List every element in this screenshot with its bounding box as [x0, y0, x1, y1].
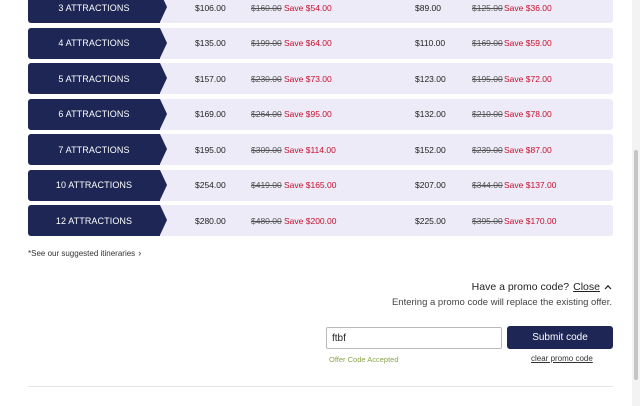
attraction-count-label: 6 ATTRACTIONS — [28, 98, 167, 130]
attraction-count-label: 5 ATTRACTIONS — [28, 63, 167, 94]
adult-price: $135.00 — [195, 38, 226, 48]
child-original-price: $395.00 — [472, 215, 503, 226]
pricing-row: 3 ATTRACTIONS $106.00 $160.00 Save $54.0… — [28, 0, 613, 23]
pricing-row: 5 ATTRACTIONS $157.00 $230.00 Save $73.0… — [28, 63, 613, 94]
promo-note: Entering a promo code will replace the e… — [391, 297, 612, 308]
child-price: $132.00 — [415, 109, 446, 119]
child-price: $110.00 — [415, 38, 446, 48]
chevron-right-icon: › — [138, 248, 142, 258]
adult-original-price: $160.00 — [251, 2, 282, 13]
adult-savings: Save $73.00 — [284, 73, 332, 84]
child-original-price: $239.00 — [472, 144, 503, 155]
promo-header: Have a promo code? Close — [472, 281, 612, 293]
child-savings: Save $72.00 — [504, 73, 552, 84]
adult-price: $254.00 — [195, 180, 226, 190]
child-savings: Save $170.00 — [504, 215, 557, 226]
pricing-row: 7 ATTRACTIONS $195.00 $309.00 Save $114.… — [28, 134, 613, 165]
adult-original-price: $419.00 — [251, 180, 282, 190]
adult-price: $106.00 — [195, 2, 226, 13]
chevron-up-icon[interactable] — [604, 284, 612, 290]
attraction-count-label: 10 ATTRACTIONS — [28, 169, 167, 201]
adult-price: $195.00 — [195, 144, 226, 155]
adult-price: $280.00 — [195, 215, 226, 226]
adult-original-price: $480.00 — [251, 215, 282, 226]
section-divider — [28, 386, 613, 387]
pricing-row: 12 ATTRACTIONS $280.00 $480.00 Save $200… — [28, 205, 613, 236]
child-savings: Save $59.00 — [504, 38, 552, 48]
attraction-count-label: 7 ATTRACTIONS — [28, 134, 167, 165]
adult-original-price: $230.00 — [251, 73, 282, 84]
child-original-price: $195.00 — [472, 73, 503, 84]
attraction-count-label: 4 ATTRACTIONS — [28, 27, 167, 59]
child-original-price: $344.00 — [472, 180, 503, 190]
child-price: $123.00 — [415, 73, 446, 84]
scrollbar-thumb[interactable] — [634, 150, 638, 380]
clear-promo-code-link[interactable]: clear promo code — [531, 354, 593, 363]
adult-original-price: $199.00 — [251, 38, 282, 48]
adult-savings: Save $95.00 — [284, 109, 332, 119]
child-price: $225.00 — [415, 215, 446, 226]
child-savings: Save $87.00 — [504, 144, 552, 155]
suggested-itineraries-label: *See our suggested itineraries — [28, 248, 136, 258]
adult-savings: Save $64.00 — [284, 38, 332, 48]
pricing-table: 3 ATTRACTIONS $106.00 $160.00 Save $54.0… — [28, 0, 613, 241]
promo-status-message: Offer Code Accepted — [329, 355, 399, 364]
suggested-itineraries-link[interactable]: *See our suggested itineraries › — [28, 248, 141, 258]
adult-original-price: $309.00 — [251, 144, 282, 155]
adult-savings: Save $165.00 — [284, 180, 337, 190]
adult-savings: Save $54.00 — [284, 2, 332, 13]
attraction-count-label: 3 ATTRACTIONS — [28, 0, 167, 23]
adult-savings: Save $114.00 — [284, 144, 336, 155]
child-savings: Save $137.00 — [504, 180, 557, 190]
promo-close-link[interactable]: Close — [573, 281, 600, 293]
child-price: $89.00 — [415, 2, 441, 13]
adult-price: $169.00 — [195, 109, 226, 119]
child-original-price: $169.00 — [472, 38, 503, 48]
promo-question: Have a promo code? — [471, 281, 570, 293]
adult-savings: Save $200.00 — [284, 215, 337, 226]
pricing-row: 10 ATTRACTIONS $254.00 $419.00 Save $165… — [28, 169, 613, 201]
page-scrollbar[interactable] — [632, 0, 640, 406]
child-original-price: $125.00 — [472, 2, 503, 13]
adult-price: $157.00 — [195, 73, 226, 84]
child-savings: Save $36.00 — [504, 2, 552, 13]
attraction-count-label: 12 ATTRACTIONS — [28, 205, 167, 236]
pricing-row: 4 ATTRACTIONS $135.00 $199.00 Save $64.0… — [28, 27, 613, 59]
child-savings: Save $78.00 — [504, 109, 552, 119]
submit-code-button[interactable]: Submit code — [507, 326, 613, 349]
child-price: $207.00 — [415, 180, 446, 190]
adult-original-price: $264.00 — [251, 109, 282, 119]
child-price: $152.00 — [415, 144, 446, 155]
promo-code-input[interactable] — [326, 327, 502, 349]
pricing-row: 6 ATTRACTIONS $169.00 $264.00 Save $95.0… — [28, 98, 613, 130]
child-original-price: $210.00 — [472, 109, 503, 119]
